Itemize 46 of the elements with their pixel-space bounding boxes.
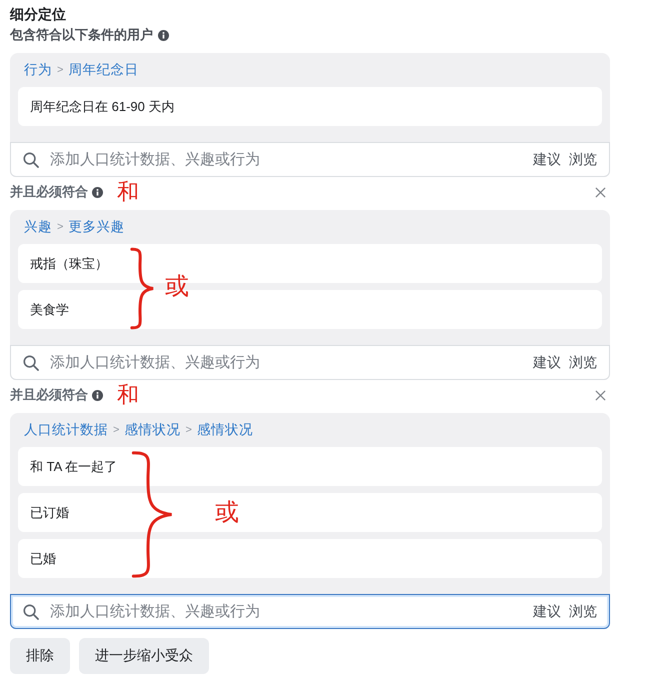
info-icon[interactable]: [158, 30, 169, 40]
close-icon[interactable]: [595, 186, 606, 198]
action-button[interactable]: 进一步缩小受众: [79, 638, 209, 674]
search-action-link[interactable]: 浏览: [569, 602, 597, 620]
or-annotation: 或: [215, 498, 239, 528]
search-field[interactable]: 添加人口统计数据、兴趣或行为 建议 浏览: [10, 345, 610, 380]
breadcrumb-link[interactable]: 兴趣: [24, 218, 52, 236]
breadcrumb-separator: >: [57, 63, 64, 78]
close-icon[interactable]: [595, 390, 606, 400]
targeting-item-text: 戒指（珠宝）: [30, 254, 108, 272]
search-action-link[interactable]: 建议: [533, 602, 561, 620]
curly-brace-icon: [130, 248, 155, 329]
and-condition-label: 并且必须符合: [10, 183, 88, 201]
search-action-link[interactable]: 建议: [533, 150, 561, 168]
breadcrumb-separator: >: [185, 423, 192, 438]
breadcrumb-link[interactable]: 感情状况: [196, 421, 253, 439]
section-title: 细分定位: [10, 5, 67, 23]
breadcrumb-link[interactable]: 感情状况: [124, 421, 180, 439]
targeting-item-text: 美食学: [30, 300, 69, 318]
breadcrumb-link[interactable]: 人口统计数据: [24, 421, 108, 439]
breadcrumb-separator: >: [113, 423, 120, 438]
search-action-link[interactable]: 浏览: [569, 150, 597, 168]
targeting-item-text: 周年纪念日在 61-90 天内: [30, 98, 174, 116]
curly-brace-icon: [130, 451, 175, 578]
and-annotation: 和: [117, 383, 139, 407]
targeting-item-text: 和 TA 在一起了: [30, 458, 118, 476]
or-annotation: 或: [165, 272, 189, 302]
action-button[interactable]: 排除: [10, 638, 70, 674]
breadcrumb-link[interactable]: 行为: [24, 61, 52, 79]
info-icon[interactable]: [92, 186, 103, 198]
breadcrumb-link[interactable]: 更多兴趣: [68, 218, 124, 236]
search-icon: [23, 152, 39, 168]
search-icon: [23, 604, 39, 620]
info-icon[interactable]: [92, 390, 103, 400]
and-annotation: 和: [117, 180, 139, 204]
search-field[interactable]: 添加人口统计数据、兴趣或行为 建议 浏览: [10, 142, 610, 177]
search-action-link[interactable]: 浏览: [569, 354, 597, 372]
include-label: 包含符合以下条件的用户: [10, 26, 153, 44]
and-condition-label: 并且必须符合: [10, 386, 88, 404]
search-field[interactable]: 添加人口统计数据、兴趣或行为 建议 浏览: [10, 594, 610, 629]
breadcrumb-separator: >: [57, 220, 64, 235]
search-action-link[interactable]: 建议: [533, 354, 561, 372]
search-icon: [23, 354, 39, 370]
targeting-item-text: 已婚: [30, 550, 56, 568]
targeting-item-text: 已订婚: [30, 504, 69, 522]
breadcrumb-link[interactable]: 周年纪念日: [68, 61, 138, 79]
